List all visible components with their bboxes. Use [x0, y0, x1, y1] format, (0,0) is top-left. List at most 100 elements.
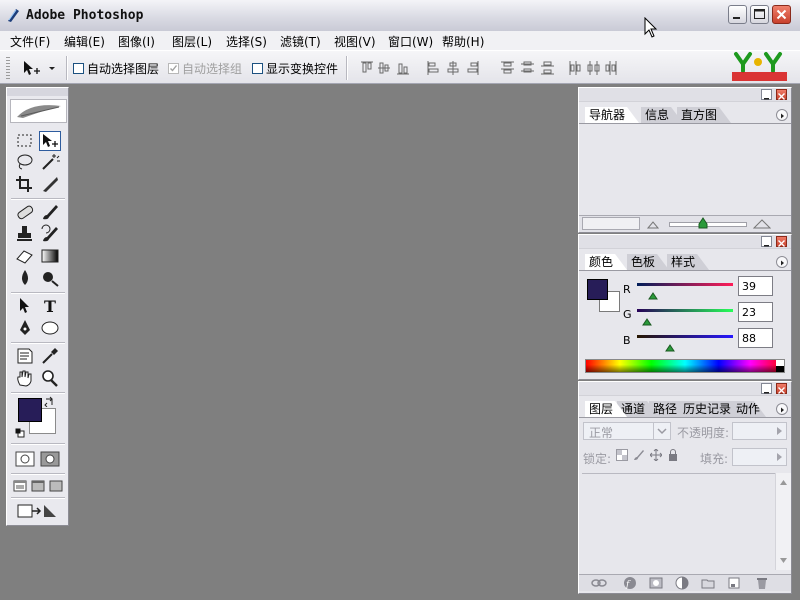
panel-menu-arrow-icon[interactable] — [776, 403, 788, 415]
clone-stamp-tool-icon[interactable] — [14, 224, 36, 244]
toolbox-header[interactable] — [7, 88, 68, 96]
tab-histogram[interactable]: 直方图 — [677, 107, 731, 123]
full-screen-menu-mode-icon[interactable] — [30, 477, 46, 497]
panel-minimize-button[interactable] — [761, 89, 772, 100]
layers-scrollbar[interactable] — [775, 473, 791, 570]
tab-styles[interactable]: 样式 — [667, 254, 709, 270]
green-value-input[interactable]: 23 — [738, 302, 773, 322]
full-screen-mode-icon[interactable] — [48, 477, 64, 497]
notes-tool-icon[interactable] — [14, 346, 36, 366]
panel-close-button[interactable] — [776, 89, 787, 100]
standard-mode-icon[interactable] — [14, 449, 36, 469]
ellipse-tool-icon[interactable] — [39, 318, 61, 338]
imageready-jump-icon[interactable] — [16, 501, 60, 521]
maximize-button[interactable] — [750, 5, 769, 24]
panel-menu-arrow-icon[interactable] — [776, 256, 788, 268]
blue-value-input[interactable]: 88 — [738, 328, 773, 348]
green-slider-thumb[interactable] — [642, 315, 652, 329]
history-brush-tool-icon[interactable] — [39, 224, 61, 244]
gradient-tool-icon[interactable] — [39, 246, 61, 266]
panel-header[interactable] — [579, 88, 791, 102]
lock-transparent-icon[interactable] — [616, 449, 628, 464]
blue-slider-thumb[interactable] — [665, 341, 675, 355]
zoom-out-icon[interactable] — [646, 218, 660, 232]
layer-mask-icon[interactable] — [649, 576, 663, 593]
panel-minimize-button[interactable] — [761, 236, 772, 247]
eraser-tool-icon[interactable] — [14, 246, 36, 266]
auto-select-layer-checkbox[interactable] — [73, 63, 84, 74]
zoom-tool-icon[interactable] — [39, 368, 61, 388]
menu-select[interactable]: 选择(S) — [226, 33, 267, 50]
scroll-down-icon[interactable] — [779, 553, 788, 567]
lock-image-icon[interactable] — [633, 449, 645, 464]
link-layers-icon[interactable] — [591, 577, 607, 592]
tab-swatches[interactable]: 色板 — [627, 254, 669, 270]
type-tool-icon[interactable]: T — [39, 296, 61, 316]
pen-tool-icon[interactable] — [14, 318, 36, 338]
panel-header[interactable] — [579, 235, 791, 249]
adobe-feather-icon[interactable] — [10, 99, 67, 123]
swap-colors-icon[interactable] — [44, 396, 55, 410]
healing-brush-tool-icon[interactable] — [14, 202, 36, 222]
close-button[interactable] — [772, 5, 791, 24]
menu-layer[interactable]: 图层(L) — [172, 33, 212, 50]
menu-window[interactable]: 窗口(W) — [388, 33, 433, 50]
path-selection-tool-icon[interactable] — [14, 296, 36, 316]
opacity-arrow-icon[interactable] — [774, 425, 784, 440]
standard-screen-mode-icon[interactable] — [12, 477, 28, 497]
show-transform-option[interactable]: 显示变换控件 — [252, 60, 338, 77]
new-group-icon[interactable] — [701, 576, 715, 593]
lock-all-icon[interactable] — [667, 449, 679, 464]
eyedropper-tool-icon[interactable] — [39, 346, 61, 366]
fill-arrow-icon[interactable] — [774, 451, 784, 466]
quick-mask-mode-icon[interactable] — [39, 449, 61, 469]
panel-close-button[interactable] — [776, 383, 787, 394]
show-transform-checkbox[interactable] — [252, 63, 263, 74]
menu-edit[interactable]: 编辑(E) — [64, 33, 105, 50]
panel-menu-arrow-icon[interactable] — [776, 109, 788, 121]
options-bar-grip[interactable] — [6, 57, 10, 79]
move-tool-icon[interactable] — [39, 131, 61, 151]
fill-input[interactable] — [732, 448, 787, 466]
color-spectrum-bar[interactable] — [585, 359, 785, 373]
brush-tool-icon[interactable] — [39, 202, 61, 222]
panel-minimize-button[interactable] — [761, 383, 772, 394]
opacity-input[interactable] — [732, 422, 787, 440]
red-slider[interactable] — [637, 283, 733, 286]
tool-preset-picker[interactable] — [18, 59, 62, 77]
scroll-up-icon[interactable] — [779, 475, 788, 489]
delete-layer-icon[interactable] — [755, 576, 769, 593]
auto-select-layer-option[interactable]: 自动选择图层 — [73, 60, 159, 77]
tab-navigator[interactable]: 导航器 — [585, 107, 639, 123]
green-slider[interactable] — [637, 309, 733, 312]
tab-info[interactable]: 信息 — [641, 107, 683, 123]
menu-help[interactable]: 帮助(H) — [442, 33, 484, 50]
zoom-slider-thumb[interactable] — [698, 217, 708, 232]
lock-position-icon[interactable] — [649, 448, 663, 464]
zoom-in-icon[interactable] — [752, 218, 772, 232]
zoom-level-field[interactable] — [582, 217, 640, 230]
tab-actions[interactable]: 动作 — [732, 401, 766, 417]
default-colors-icon[interactable] — [15, 427, 25, 441]
panel-foreground-color[interactable] — [587, 279, 608, 300]
new-layer-icon[interactable] — [727, 576, 741, 593]
panel-header[interactable] — [579, 382, 791, 396]
slice-tool-icon[interactable] — [39, 174, 61, 194]
new-adjustment-layer-icon[interactable] — [675, 576, 689, 593]
crop-tool-icon[interactable] — [14, 174, 36, 194]
dodge-tool-icon[interactable] — [39, 268, 61, 288]
tab-color[interactable]: 颜色 — [585, 254, 627, 270]
menu-image[interactable]: 图像(I) — [118, 33, 155, 50]
red-slider-thumb[interactable] — [648, 289, 658, 303]
marquee-tool-icon[interactable] — [14, 131, 36, 151]
layer-style-icon[interactable]: f — [623, 576, 637, 593]
blur-tool-icon[interactable] — [14, 268, 36, 288]
menu-view[interactable]: 视图(V) — [334, 33, 376, 50]
lasso-tool-icon[interactable] — [14, 152, 36, 172]
hand-tool-icon[interactable] — [14, 368, 36, 388]
magic-wand-tool-icon[interactable] — [39, 152, 61, 172]
red-value-input[interactable]: 39 — [738, 276, 773, 296]
foreground-color-swatch[interactable] — [18, 398, 42, 422]
menu-filter[interactable]: 滤镜(T) — [280, 33, 321, 50]
blue-slider[interactable] — [637, 335, 733, 338]
